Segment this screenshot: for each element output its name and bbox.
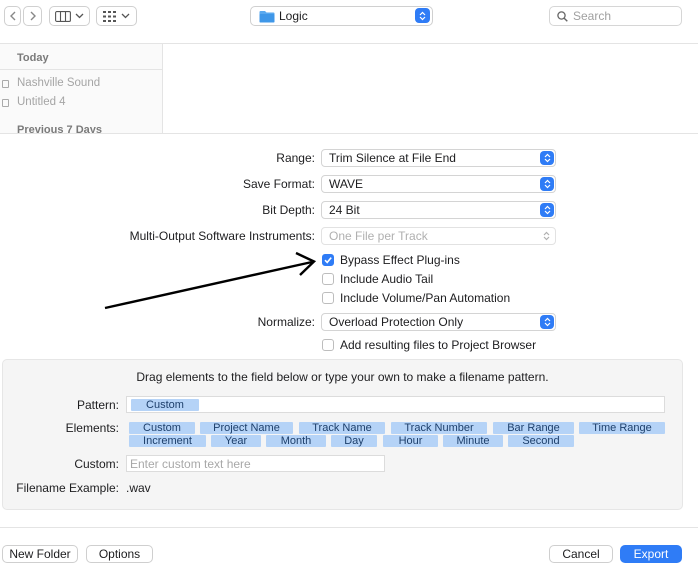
custom-label: Custom: — [74, 457, 119, 471]
save-format-select[interactable]: WAVE — [321, 175, 556, 193]
filename-pattern-panel: Drag elements to the field below or type… — [2, 359, 683, 510]
element-token[interactable]: Increment — [129, 435, 206, 447]
section-header-previous: Previous 7 Days — [17, 124, 102, 134]
back-button[interactable] — [4, 6, 21, 26]
search-input[interactable]: Search — [549, 6, 682, 26]
updown-chevron-icon — [543, 231, 550, 241]
range-select[interactable]: Trim Silence at File End — [321, 149, 556, 167]
element-token[interactable]: Custom — [129, 422, 195, 434]
group-by-button[interactable] — [96, 6, 137, 26]
multi-output-label: Multi-Output Software Instruments: — [129, 229, 315, 243]
custom-placeholder: Enter custom text here — [130, 457, 251, 471]
element-token[interactable]: Month — [266, 435, 326, 447]
updown-chevron-icon — [540, 203, 554, 217]
element-token[interactable]: Hour — [383, 435, 438, 447]
multi-output-value: One File per Track — [329, 229, 428, 243]
updown-chevron-icon — [415, 8, 430, 23]
pattern-token-custom[interactable]: Custom — [131, 399, 199, 411]
elements-label: Elements: — [65, 421, 119, 435]
element-token[interactable]: Minute — [443, 435, 503, 447]
search-icon — [557, 11, 568, 22]
columns-view-icon — [55, 10, 71, 22]
cancel-button[interactable]: Cancel — [549, 545, 613, 563]
annotation-arrow — [104, 251, 317, 310]
filename-example-label: Filename Example: — [16, 481, 119, 495]
custom-text-input[interactable]: Enter custom text here — [126, 455, 385, 472]
export-button[interactable]: Export — [620, 545, 682, 563]
bit-depth-value: 24 Bit — [329, 203, 360, 217]
element-token[interactable]: Bar Range — [493, 422, 574, 434]
bit-depth-label: Bit Depth: — [262, 203, 315, 217]
bit-depth-select[interactable]: 24 Bit — [321, 201, 556, 219]
chevron-right-icon — [30, 11, 36, 21]
range-label: Range: — [276, 151, 315, 165]
range-value: Trim Silence at File End — [329, 151, 456, 165]
element-token[interactable]: Time Range — [579, 422, 665, 434]
chevron-left-icon — [9, 11, 15, 21]
save-format-value: WAVE — [329, 177, 364, 191]
location-select[interactable]: Logic — [250, 6, 433, 26]
forward-button[interactable] — [23, 6, 42, 26]
recents-sidebar: Today Nashville Sound Untitled 4 Previou… — [0, 44, 163, 133]
view-mode-button[interactable] — [49, 6, 90, 26]
element-token[interactable]: Second — [508, 435, 574, 447]
pattern-field[interactable]: Custom — [126, 396, 665, 413]
save-format-label: Save Format: — [242, 177, 315, 191]
pattern-instruction: Drag elements to the field below or type… — [136, 370, 549, 384]
element-token[interactable]: Track Number — [391, 422, 487, 434]
normalize-label: Normalize: — [257, 315, 315, 329]
element-token[interactable]: Project Name — [200, 422, 293, 434]
bypass-plugins-label: Bypass Effect Plug-ins — [340, 253, 460, 267]
updown-chevron-icon — [540, 151, 554, 165]
updown-chevron-icon — [540, 315, 554, 329]
file-browser: Today Nashville Sound Untitled 4 Previou… — [0, 43, 698, 134]
folder-name: Logic — [279, 9, 308, 23]
include-audio-tail-label: Include Audio Tail — [340, 272, 434, 286]
multi-output-select: One File per Track — [321, 227, 556, 245]
element-token[interactable]: Day — [331, 435, 377, 447]
pattern-label: Pattern: — [76, 398, 119, 412]
project-file-icon — [2, 99, 9, 107]
include-automation-label: Include Volume/Pan Automation — [340, 291, 511, 305]
normalize-value: Overload Protection Only — [329, 315, 464, 329]
recent-item[interactable]: Nashville Sound — [17, 77, 100, 89]
grid-view-icon — [103, 10, 116, 22]
options-button[interactable]: Options — [86, 545, 153, 563]
updown-chevron-icon — [540, 177, 554, 191]
section-header-today: Today — [17, 52, 49, 64]
chevron-down-icon — [121, 13, 130, 19]
element-token[interactable]: Track Name — [299, 422, 385, 434]
file-list-area[interactable] — [163, 44, 698, 133]
element-token[interactable]: Year — [211, 435, 261, 447]
divider — [0, 527, 698, 528]
new-folder-button[interactable]: New Folder — [2, 545, 78, 563]
add-to-browser-label: Add resulting files to Project Browser — [340, 338, 537, 352]
search-placeholder: Search — [573, 9, 612, 23]
normalize-select[interactable]: Overload Protection Only — [321, 313, 556, 331]
chevron-down-icon — [75, 13, 84, 19]
divider — [0, 69, 162, 70]
filename-example-value: .wav — [126, 481, 151, 495]
recent-item[interactable]: Untitled 4 — [17, 96, 66, 108]
folder-icon — [259, 11, 275, 23]
add-to-browser-checkbox[interactable] — [322, 339, 334, 351]
project-file-icon — [2, 80, 9, 88]
